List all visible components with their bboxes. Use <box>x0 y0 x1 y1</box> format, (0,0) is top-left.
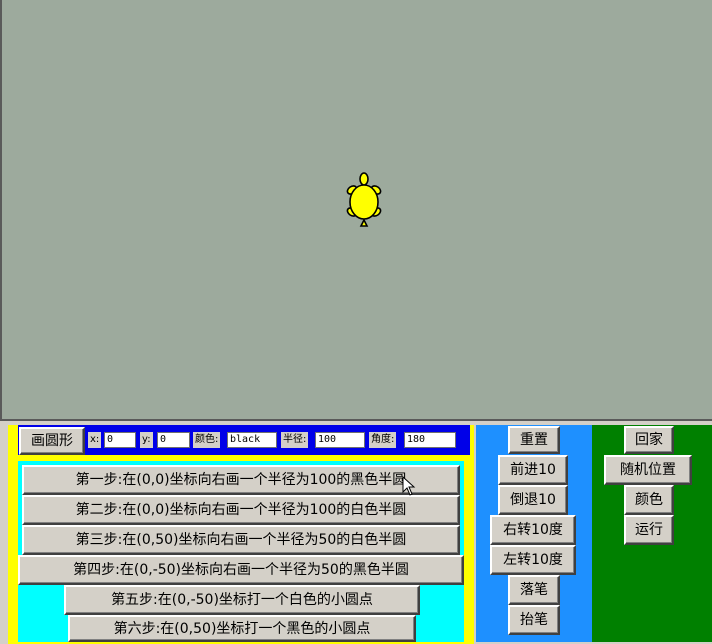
step-1-button[interactable]: 第一步:在(0,0)坐标向右画一个半径为100的黑色半圆 <box>22 465 460 495</box>
step-5-button[interactable]: 第五步:在(0,-50)坐标打一个白色的小圆点 <box>64 585 420 615</box>
pen-down-button[interactable]: 落笔 <box>508 575 560 605</box>
step-2-button[interactable]: 第二步:在(0,0)坐标向右画一个半径为100的白色半圆 <box>22 495 460 525</box>
radius-input[interactable]: 100 <box>315 432 365 448</box>
step-6-button[interactable]: 第六步:在(0,50)坐标打一个黑色的小圆点 <box>68 615 416 642</box>
pen-up-button[interactable]: 抬笔 <box>508 605 560 635</box>
y-label: y: <box>140 432 153 448</box>
color-label: 颜色: <box>193 432 221 448</box>
reset-button[interactable]: 重置 <box>508 426 560 454</box>
radius-label: 半径: <box>281 432 309 448</box>
color-input[interactable]: black <box>227 432 277 448</box>
mouse-pointer-icon <box>402 476 416 496</box>
y-input[interactable]: 0 <box>157 432 190 448</box>
turn-right-button[interactable]: 右转10度 <box>490 515 576 545</box>
step-4-button[interactable]: 第四步:在(0,-50)坐标向右画一个半径为50的黑色半圆 <box>18 555 464 585</box>
random-position-button[interactable]: 随机位置 <box>604 455 692 485</box>
backward-button[interactable]: 倒退10 <box>498 485 568 515</box>
step-3-button[interactable]: 第三步:在(0,50)坐标向右画一个半径为50的白色半圆 <box>22 525 460 555</box>
draw-circle-button[interactable]: 画圆形 <box>19 427 85 455</box>
control-area: 画圆形 x: 0 y: 0 颜色: black 半径: 100 角度: 180 … <box>0 423 712 644</box>
home-button[interactable]: 回家 <box>624 426 674 454</box>
turn-left-button[interactable]: 左转10度 <box>490 545 576 575</box>
forward-button[interactable]: 前进10 <box>498 455 568 485</box>
run-button[interactable]: 运行 <box>624 515 674 545</box>
x-label: x: <box>88 432 102 448</box>
x-input[interactable]: 0 <box>104 432 136 448</box>
turtle-icon <box>346 172 382 227</box>
color-button[interactable]: 颜色 <box>624 485 674 515</box>
angle-label: 角度: <box>369 432 397 448</box>
angle-input[interactable]: 180 <box>404 432 456 448</box>
turtle-canvas <box>0 0 712 421</box>
